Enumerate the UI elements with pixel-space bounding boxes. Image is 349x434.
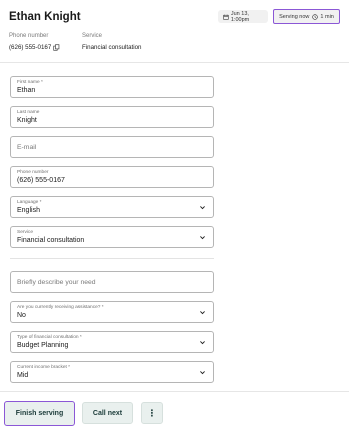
consultation-type-select[interactable]: Type of financial consultation * Budget …: [10, 331, 214, 353]
income-bracket-label: Current income bracket *: [17, 365, 71, 370]
action-footer: Finish serving Call next ⋮: [0, 391, 349, 434]
assistance-select[interactable]: Are you currently receiving assistance? …: [10, 301, 214, 323]
form-divider: [10, 258, 214, 259]
last-name-label: Last name: [17, 110, 40, 115]
more-vertical-icon[interactable]: ⋮: [141, 402, 163, 424]
customer-name: Ethan Knight: [9, 11, 81, 23]
service-label: Service: [82, 33, 103, 39]
consultation-type-value: Budget Planning: [17, 342, 69, 349]
last-name-value: Knight: [17, 117, 37, 124]
phone-field-value: (626) 555-0167: [17, 177, 65, 184]
copy-icon[interactable]: [53, 44, 60, 51]
date-chip: Jun 13, 1:00pm: [218, 10, 268, 23]
chevron-down-icon: [200, 206, 205, 210]
chevron-down-icon: [200, 311, 205, 315]
language-value: English: [17, 207, 40, 214]
customer-header: Ethan Knight Jun 13, 1:00pm Serving now …: [0, 0, 349, 63]
last-name-field[interactable]: Last name Knight: [10, 106, 214, 128]
consultation-type-label: Type of financial consultation *: [17, 335, 82, 340]
email-field[interactable]: E-mail: [10, 136, 214, 158]
language-select[interactable]: Language * English: [10, 196, 214, 218]
service-select[interactable]: Service Financial consultation: [10, 226, 214, 248]
language-label: Language *: [17, 200, 42, 205]
date-text: Jun 13, 1:00pm: [230, 10, 250, 23]
clock-icon: [312, 13, 319, 20]
serving-status-text: Serving now: [279, 13, 310, 20]
service-value: Financial consultation: [82, 44, 142, 51]
service-field-label: Service: [17, 230, 33, 235]
phone-number-text: (626) 555-0167: [9, 44, 52, 51]
phone-value: (626) 555-0167: [9, 44, 60, 51]
income-bracket-select[interactable]: Current income bracket * Mid: [10, 361, 214, 383]
need-placeholder: Briefly describe your need: [17, 279, 96, 286]
service-field-value: Financial consultation: [17, 237, 85, 244]
need-description-field[interactable]: Briefly describe your need: [10, 271, 214, 293]
assistance-label: Are you currently receiving assistance? …: [17, 305, 104, 310]
finish-serving-button[interactable]: Finish serving: [4, 401, 75, 426]
phone-field[interactable]: Phone number (626) 555-0167: [10, 166, 214, 188]
phone-field-label: Phone number: [17, 170, 49, 175]
call-next-button[interactable]: Call next: [82, 402, 133, 424]
serving-status-chip[interactable]: Serving now 1 min: [273, 9, 340, 24]
first-name-field[interactable]: First name * Ethan: [10, 76, 214, 98]
email-placeholder: E-mail: [17, 144, 37, 151]
income-bracket-value: Mid: [17, 372, 29, 379]
first-name-value: Ethan: [17, 87, 36, 94]
first-name-label: First name *: [17, 80, 43, 85]
chevron-down-icon: [200, 236, 205, 240]
chevron-down-icon: [200, 341, 205, 345]
calendar-icon: [223, 14, 229, 20]
assistance-value: No: [17, 312, 26, 319]
phone-label: Phone number: [9, 33, 49, 39]
chevron-down-icon: [200, 371, 205, 375]
serving-duration: 1 min: [320, 13, 334, 20]
